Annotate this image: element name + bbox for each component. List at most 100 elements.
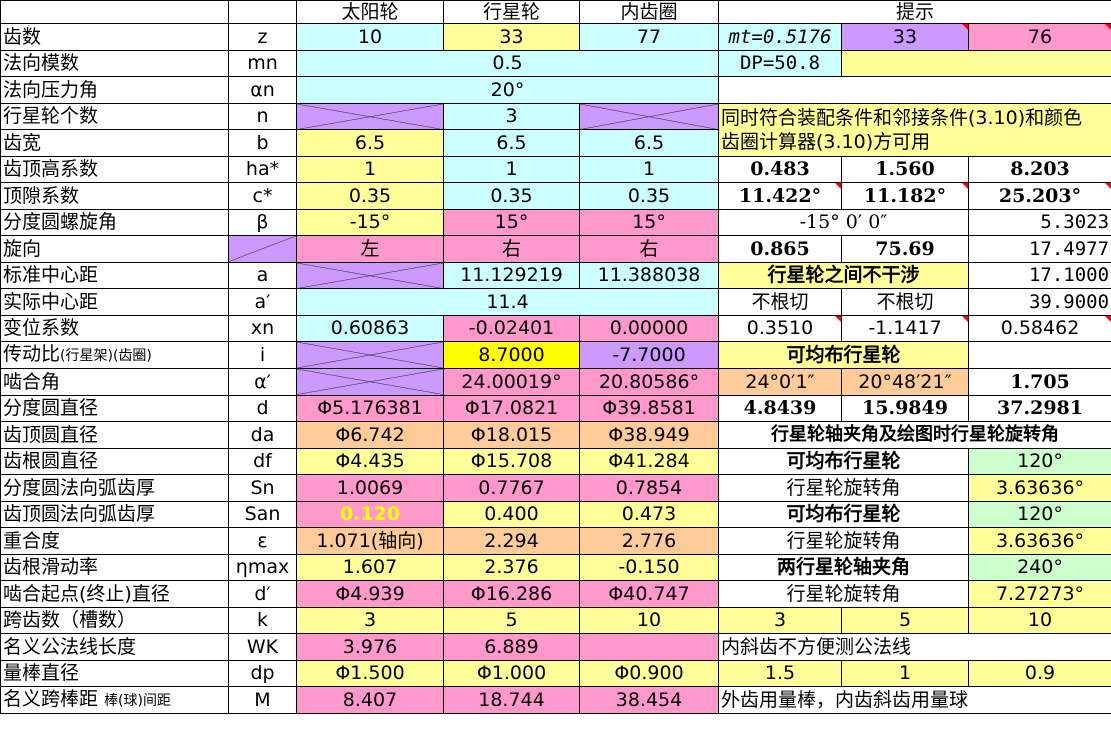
cell-a-sun-crossed[interactable] (296, 261, 444, 289)
cell-hint-d-3[interactable]: 37.2981 (967, 394, 1111, 422)
symbol-wk[interactable]: WK (228, 633, 297, 661)
cell-xn-planet[interactable]: -0.02401 (443, 314, 580, 342)
cell-i-planet[interactable]: 8.7000 (443, 341, 580, 369)
cell-c-ring[interactable]: 0.35 (579, 182, 719, 210)
symbol-alpha-prime[interactable]: α′ (228, 368, 297, 396)
cell-c-sun[interactable]: 0.35 (296, 182, 444, 210)
cell-xn-ring[interactable]: 0.00000 (579, 314, 719, 342)
cell-hint-eta-angle[interactable]: 240° (967, 553, 1111, 581)
cell-hint-san-evenly[interactable]: 可均布行星轮 (718, 500, 969, 528)
label-hand[interactable]: 旋向 (0, 235, 229, 263)
cell-eta-ring[interactable]: -0.150 (579, 553, 719, 581)
cell-z-ring[interactable]: 77 (579, 23, 719, 51)
label-tip-tooth-thickness[interactable]: 齿顶圆法向弧齿厚 (0, 500, 229, 528)
cell-hint-xn-2[interactable]: -1.1417 (841, 314, 969, 342)
cell-alpha-sun-crossed[interactable] (296, 368, 444, 396)
symbol-k[interactable]: k (228, 606, 297, 634)
cell-hint-i-blank[interactable] (967, 341, 1111, 369)
cell-hand-symbol-crossed[interactable] (228, 235, 297, 263)
cell-d-sun[interactable]: Φ5.176381 (296, 394, 444, 422)
header-hint[interactable]: 提示 (717, 0, 1111, 24)
cell-m-ring[interactable]: 38.454 (579, 686, 719, 714)
label-over-pin-distance[interactable]: 名义跨棒距 棒(球)间距 (0, 686, 229, 714)
label-planet-count[interactable]: 行星轮个数 (0, 102, 229, 130)
label-contact-ratio[interactable]: 重合度 (0, 527, 229, 555)
cell-hint-k-3[interactable]: 10 (967, 606, 1111, 634)
symbol-i[interactable]: i (228, 341, 297, 369)
cell-hint-c-2[interactable]: 11.182° (841, 182, 969, 210)
cell-beta-ring[interactable]: 15° (579, 208, 719, 236)
cell-hint-ha-3[interactable]: 8.203 (967, 155, 1111, 183)
cell-ha-planet[interactable]: 1 (443, 155, 580, 183)
label-teeth-count[interactable]: 齿数 (0, 23, 229, 51)
cell-ha-ring[interactable]: 1 (579, 155, 719, 183)
cell-hint-hand-1[interactable]: 0.865 (718, 235, 842, 263)
cell-hint-c-1[interactable]: 11.422° (718, 182, 842, 210)
cell-dp-ring[interactable]: Φ0.900 (579, 659, 719, 687)
cell-sn-planet[interactable]: 0.7767 (443, 474, 580, 502)
cell-hint-k-1[interactable]: 3 (718, 606, 842, 634)
symbol-san[interactable]: San (228, 500, 297, 528)
cell-dp-sun[interactable]: Φ1.500 (296, 659, 444, 687)
label-pin-diameter[interactable]: 量棒直径 (0, 659, 229, 687)
cell-sn-sun[interactable]: 1.0069 (296, 474, 444, 502)
label-actual-center-distance[interactable]: 实际中心距 (0, 288, 229, 316)
label-root-diameter[interactable]: 齿根圆直径 (0, 447, 229, 475)
cell-hand-sun[interactable]: 左 (296, 235, 444, 263)
label-clearance-coefficient[interactable]: 顶隙系数 (0, 182, 229, 210)
symbol-xn[interactable]: xn (228, 314, 297, 342)
cell-hint-xn-1[interactable]: 0.3510 (718, 314, 842, 342)
symbol-z[interactable]: z (228, 23, 297, 51)
cell-df-planet[interactable]: Φ15.708 (443, 447, 580, 475)
header-blank-sym[interactable] (228, 0, 297, 24)
cell-hint-z-ring[interactable]: 76 (967, 23, 1111, 51)
cell-hint-dd-rotation[interactable]: 行星轮旋转角 (718, 580, 969, 608)
cell-hint-evenly-distributed[interactable]: 可均布行星轮 (718, 341, 969, 369)
cell-hint-hand-2[interactable]: 75.69 (841, 235, 969, 263)
cell-k-ring[interactable]: 10 (579, 606, 719, 634)
cell-b-planet[interactable]: 6.5 (443, 129, 580, 157)
symbol-df[interactable]: df (228, 447, 297, 475)
cell-hint-assembly-note[interactable]: 同时符合装配条件和邻接条件(3.10)和颜色 齿圈计算器(3.10)方可用 (717, 102, 1111, 157)
symbol-dp[interactable]: dp (228, 659, 297, 687)
cell-hint-axis-angle-title[interactable]: 行星轮轴夹角及绘图时行星轮旋转角 (717, 421, 1111, 449)
header-planet-gear[interactable]: 行星轮 (443, 0, 580, 24)
cell-hint-wk-note[interactable]: 内斜齿不方便测公法线 (717, 633, 1111, 661)
label-start-of-contact-diameter[interactable]: 啮合起点(终止)直径 (0, 580, 229, 608)
cell-alpha-planet[interactable]: 24.00019° (443, 368, 580, 396)
cell-san-ring[interactable]: 0.473 (579, 500, 719, 528)
label-face-width[interactable]: 齿宽 (0, 129, 229, 157)
cell-sn-ring[interactable]: 0.7854 (579, 474, 719, 502)
symbol-da[interactable]: da (228, 421, 297, 449)
cell-d-ring[interactable]: Φ39.8581 (579, 394, 719, 422)
cell-d-planet[interactable]: Φ17.0821 (443, 394, 580, 422)
symbol-d-prime[interactable]: d′ (228, 580, 297, 608)
cell-hint-dp-3[interactable]: 0.9 (967, 659, 1111, 687)
cell-hint-d-2[interactable]: 15.9849 (841, 394, 969, 422)
header-blank[interactable] (0, 0, 229, 24)
cell-alpha-ring[interactable]: 20.80586° (579, 368, 719, 396)
symbol-a-prime[interactable]: a′ (228, 288, 297, 316)
cell-a-ring[interactable]: 11.388038 (579, 261, 719, 289)
cell-i-ring[interactable]: -7.7000 (579, 341, 719, 369)
cell-da-planet[interactable]: Φ18.015 (443, 421, 580, 449)
cell-hint-ha-2[interactable]: 1.560 (841, 155, 969, 183)
cell-a-planet[interactable]: 11.129219 (443, 261, 580, 289)
cell-hint-an-blank[interactable] (717, 76, 1111, 104)
cell-hint-sn-angle[interactable]: 3.63636° (967, 474, 1111, 502)
cell-n-value[interactable]: 3 (443, 102, 580, 130)
cell-beta-planet[interactable]: 15° (443, 208, 580, 236)
cell-xn-sun[interactable]: 0.60863 (296, 314, 444, 342)
cell-hint-beta-3[interactable]: 5.3023 (967, 208, 1111, 236)
cell-wk-ring[interactable] (579, 633, 719, 661)
label-gear-ratio[interactable]: 传动比(行星架)(齿圈) (0, 341, 229, 369)
cell-da-ring[interactable]: Φ38.949 (579, 421, 719, 449)
cell-an-value[interactable]: 20° (296, 76, 719, 104)
cell-hint-san-angle[interactable]: 120° (967, 500, 1111, 528)
label-working-pressure-angle[interactable]: 啮合角 (0, 368, 229, 396)
cell-hint-m-note[interactable]: 外齿用量棒，内齿斜齿用量球 (717, 686, 1111, 714)
cell-eta-planet[interactable]: 2.376 (443, 553, 580, 581)
cell-hint-alpha-dms-2[interactable]: 20°48′21″ (841, 368, 969, 396)
cell-hint-xn-3[interactable]: 0.58462 (967, 314, 1111, 342)
cell-eps-sun[interactable]: 1.071(轴向) (296, 527, 444, 555)
